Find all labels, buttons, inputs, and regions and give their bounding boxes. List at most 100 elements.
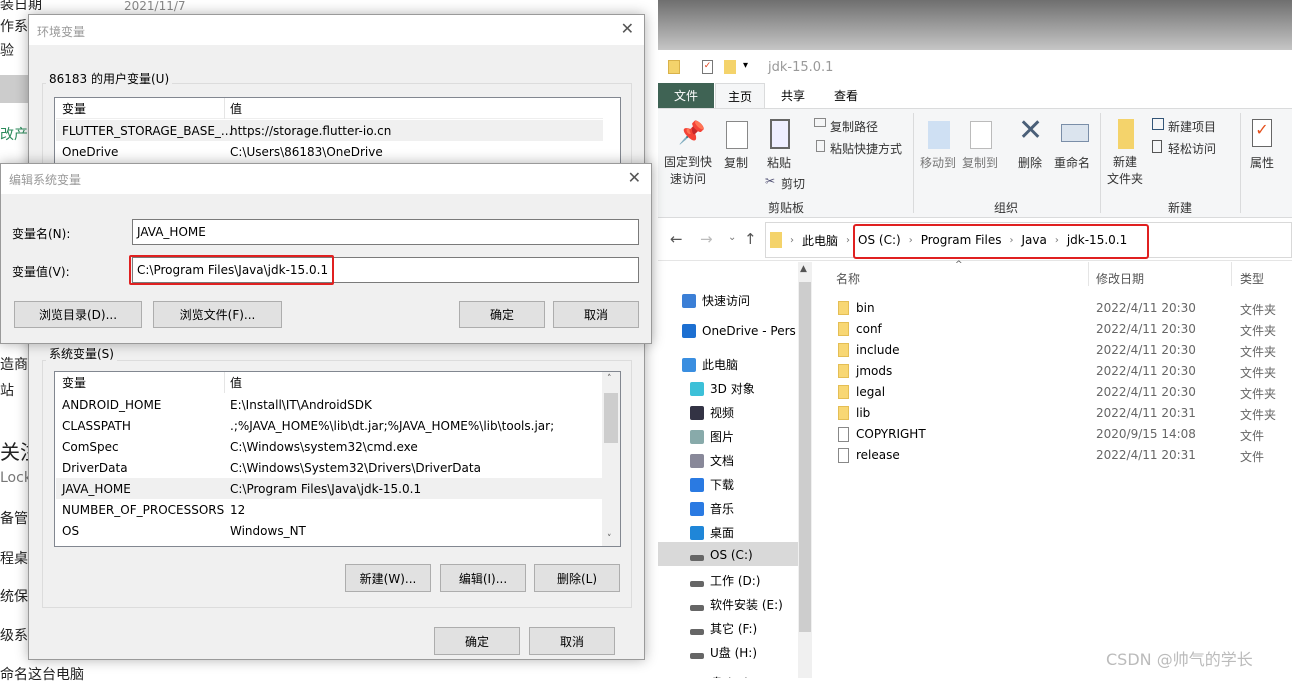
delete-button[interactable]: 删除 [1018, 154, 1042, 171]
rename-icon [1061, 124, 1089, 142]
column-value[interactable]: 值 [230, 100, 242, 117]
variable-row[interactable]: DriverData C:\Windows\System32\Drivers\Dr… [56, 457, 603, 478]
variable-row[interactable]: ANDROID_HOME E:\Install\IT\AndroidSDK [56, 394, 603, 415]
variable-name-input[interactable]: JAVA_HOME [132, 219, 639, 245]
nav-item[interactable]: U盘 (H:) [690, 644, 757, 661]
close-icon[interactable]: ✕ [621, 19, 634, 38]
file-row[interactable]: lib 2022/4/11 20:31 文件夹 [838, 403, 1292, 424]
new-folder-icon[interactable] [724, 60, 736, 74]
variable-row[interactable]: OS Windows_NT [56, 520, 603, 541]
copy-to-button[interactable]: 复制到 [962, 154, 998, 171]
back-icon[interactable]: ← [670, 230, 683, 248]
forward-icon[interactable]: → [700, 230, 713, 248]
move-to-button[interactable]: 移动到 [920, 154, 956, 171]
file-row[interactable]: conf 2022/4/11 20:30 文件夹 [838, 319, 1292, 340]
file-row[interactable]: jmods 2022/4/11 20:30 文件夹 [838, 361, 1292, 382]
variable-row[interactable]: ComSpec C:\Windows\system32\cmd.exe [56, 436, 603, 457]
customize-dropdown-icon[interactable]: ▾ [743, 60, 748, 71]
nav-item[interactable]: 其它 (F:) [690, 620, 757, 637]
file-row[interactable]: COPYRIGHT 2020/9/15 14:08 文件 [838, 424, 1292, 445]
variable-row[interactable]: FLUTTER_STORAGE_BASE_... https://storage.… [56, 120, 603, 141]
file-icon [838, 427, 849, 442]
nav-label: 快速访问 [702, 294, 751, 308]
nav-item[interactable]: 此电脑 [682, 356, 738, 373]
column-type[interactable]: 类型 [1240, 270, 1264, 287]
chevron-right-icon[interactable]: › [846, 235, 850, 246]
window-title: jdk-15.0.1 [768, 60, 834, 75]
browse-directory-button[interactable]: 浏览目录(D)... [14, 301, 142, 328]
new-folder-button[interactable]: 新建 文件夹 [1107, 154, 1143, 188]
breadcrumb-item[interactable]: 此电脑 [802, 232, 838, 249]
nav-item[interactable]: 视频 [690, 404, 734, 421]
browse-file-button[interactable]: 浏览文件(F)... [153, 301, 282, 328]
variable-row[interactable]: NUMBER_OF_PROCESSORS 12 [56, 499, 603, 520]
tab-share[interactable]: 共享 [768, 83, 818, 108]
copy-path-button[interactable]: 复制路径 [830, 118, 878, 135]
column-variable[interactable]: 变量 [62, 374, 86, 391]
variable-row[interactable]: OneDrive C:\Users\86183\OneDrive [56, 141, 603, 162]
new-item-button[interactable]: 新建项目 [1168, 118, 1216, 135]
variable-value: Windows_NT [230, 523, 306, 538]
nav-item[interactable]: U盘 (H:) [682, 674, 749, 678]
nav-item[interactable]: 音乐 [690, 500, 734, 517]
cancel-button[interactable]: 取消 [529, 627, 615, 655]
column-value[interactable]: 值 [230, 374, 242, 391]
file-name: COPYRIGHT [856, 427, 926, 441]
copy-button[interactable]: 复制 [724, 154, 748, 171]
list-header: 变量 值 [56, 98, 603, 119]
file-row[interactable]: legal 2022/4/11 20:30 文件夹 [838, 382, 1292, 403]
paste-button[interactable]: 粘贴 [767, 154, 791, 171]
rename-button[interactable]: 重命名 [1054, 154, 1090, 171]
variable-row[interactable]: CLASSPATH .;%JAVA_HOME%\lib\dt.jar;%JAVA_… [56, 415, 603, 436]
nav-item[interactable]: 文档 [690, 452, 734, 469]
nav-item[interactable]: OS (C:) [690, 548, 753, 562]
column-date[interactable]: 修改日期 [1096, 270, 1144, 287]
nav-item[interactable]: 下载 [690, 476, 734, 493]
nav-item[interactable]: OneDrive - Pers [682, 324, 796, 338]
scroll-up-icon[interactable]: ▲ [800, 264, 807, 274]
scroll-thumb[interactable] [604, 393, 618, 443]
properties-icon[interactable]: ✓ [702, 60, 713, 74]
column-name[interactable]: 名称 [836, 270, 860, 287]
nav-scrollbar[interactable]: ▲ [798, 262, 812, 678]
paste-shortcut-button[interactable]: 粘贴快捷方式 [830, 140, 902, 157]
ok-button[interactable]: 确定 [459, 301, 545, 328]
nav-item[interactable]: 软件安装 (E:) [690, 596, 783, 613]
paste-shortcut-icon [816, 140, 825, 152]
file-type: 文件 [1240, 450, 1265, 464]
file-row[interactable]: include 2022/4/11 20:30 文件夹 [838, 340, 1292, 361]
column-variable[interactable]: 变量 [62, 100, 86, 117]
new-variable-button[interactable]: 新建(W)... [345, 564, 431, 592]
edit-variable-button[interactable]: 编辑(I)... [440, 564, 526, 592]
delete-variable-button[interactable]: 删除(L) [534, 564, 620, 592]
scroll-down-icon[interactable]: ˅ [607, 534, 612, 544]
close-icon[interactable]: ✕ [628, 168, 641, 187]
cancel-button[interactable]: 取消 [553, 301, 639, 328]
folder-icon [838, 301, 849, 315]
tab-home[interactable]: 主页 [715, 83, 765, 109]
scroll-thumb[interactable] [799, 282, 811, 632]
scroll-up-icon[interactable]: ˄ [607, 374, 612, 384]
up-icon[interactable]: ↑ [744, 230, 757, 248]
recent-dropdown-icon[interactable]: ⌄ [728, 232, 736, 243]
file-row[interactable]: release 2022/4/11 20:31 文件 [838, 445, 1292, 466]
variable-name: OS [62, 523, 80, 538]
file-row[interactable]: bin 2022/4/11 20:30 文件夹 [838, 298, 1292, 319]
nav-item[interactable]: 工作 (D:) [690, 572, 760, 589]
nav-item[interactable]: 快速访问 [682, 292, 750, 309]
variable-row[interactable]: JAVA_HOME C:\Program Files\Java\jdk-15.0.… [56, 478, 603, 499]
tab-view[interactable]: 查看 [821, 83, 871, 108]
chevron-right-icon[interactable]: › [790, 235, 794, 246]
ok-button[interactable]: 确定 [434, 627, 520, 655]
nav-item[interactable]: 图片 [690, 428, 734, 445]
cut-button[interactable]: 剪切 [781, 175, 805, 192]
easy-access-button[interactable]: 轻松访问 [1168, 140, 1216, 157]
folder-icon [838, 385, 849, 399]
cube-icon [690, 381, 704, 396]
nav-item[interactable]: 桌面 [690, 524, 734, 541]
scrollbar[interactable]: ˄ ˅ [602, 372, 620, 546]
tab-file[interactable]: 文件 [658, 83, 714, 108]
nav-item[interactable]: 3D 对象 [690, 380, 755, 397]
properties-button[interactable]: 属性 [1250, 154, 1274, 171]
pin-quick-access-button[interactable]: 固定到快 速访问 [664, 154, 712, 188]
